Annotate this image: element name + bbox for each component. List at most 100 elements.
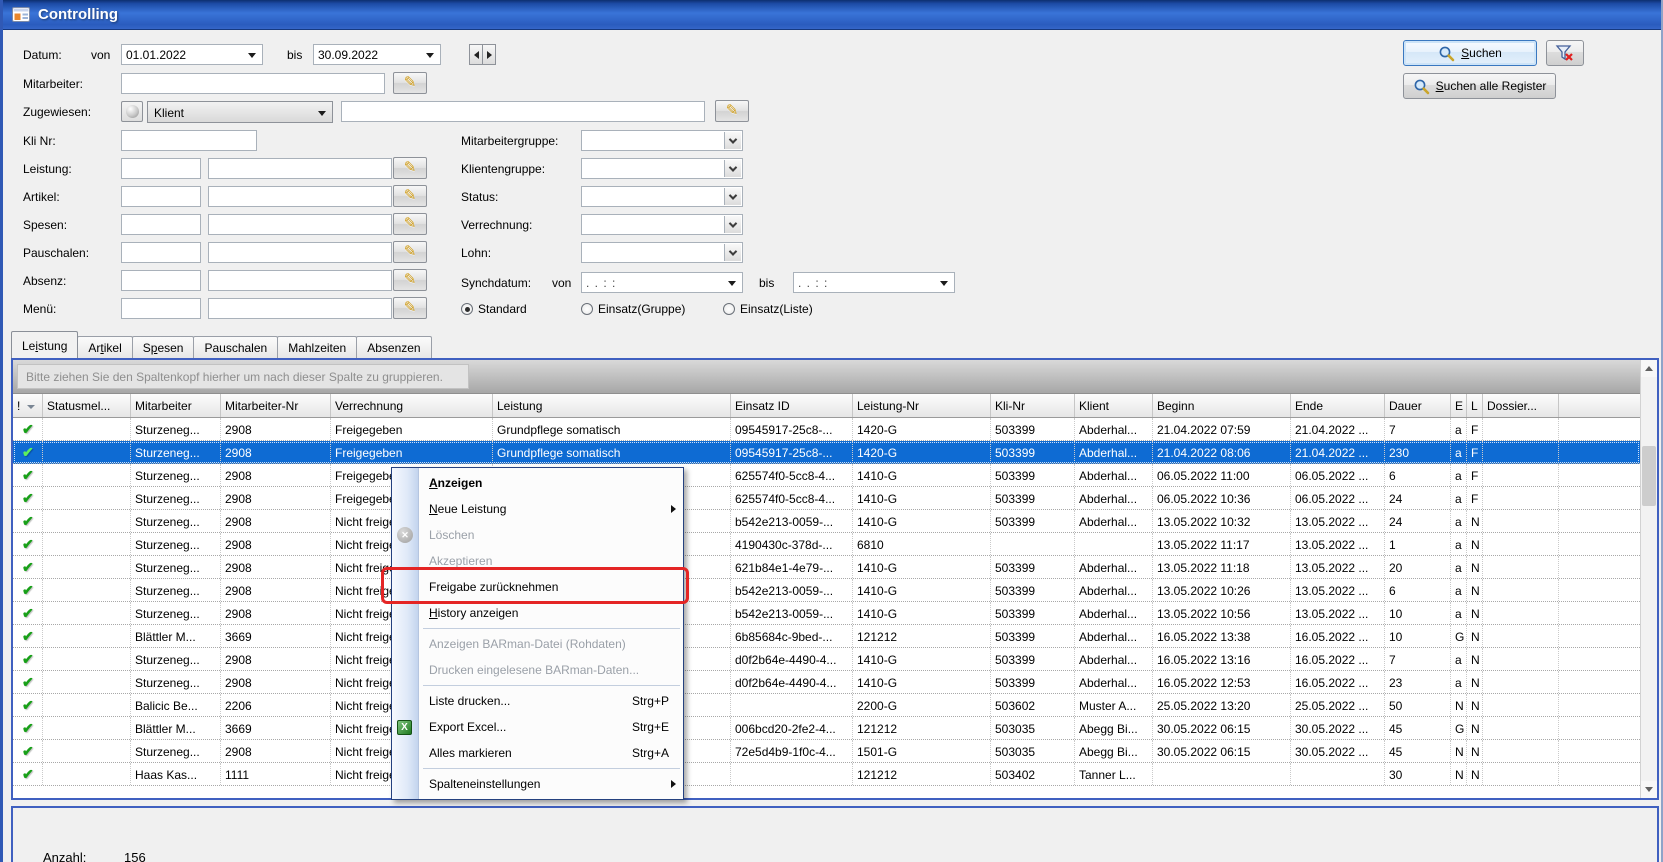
mitarbeiter-field[interactable] bbox=[121, 73, 385, 94]
column-header-e[interactable]: E bbox=[1451, 394, 1467, 417]
dropdown-button[interactable] bbox=[724, 244, 741, 261]
filter-edit-button-spesen[interactable]: ✎ bbox=[393, 213, 427, 235]
filter-dropdown-status[interactable] bbox=[581, 186, 743, 207]
column-header-klient[interactable]: Klient bbox=[1075, 394, 1153, 417]
suchen-alle-register-button[interactable]: Suchen alle Register bbox=[1403, 73, 1556, 99]
radio-einsatz-liste[interactable]: Einsatz(Liste) bbox=[723, 302, 813, 316]
filter-code-field-pauschalen[interactable] bbox=[121, 242, 201, 263]
synch-von-field[interactable]: . . : : bbox=[581, 272, 743, 293]
filter-code-field-leistung[interactable] bbox=[121, 158, 201, 179]
dropdown-button[interactable] bbox=[724, 188, 741, 205]
filter-dropdown-mitarbeitergruppe[interactable] bbox=[581, 130, 743, 151]
table-row[interactable]: ✔Sturzeneg...2908Nicht freigegebenb542e2… bbox=[13, 579, 1640, 602]
dropdown-button[interactable] bbox=[724, 216, 741, 233]
filter-edit-button-absenz[interactable]: ✎ bbox=[393, 269, 427, 291]
table-row[interactable]: ✔Sturzeneg...2908Nicht freigegeben621b84… bbox=[13, 556, 1640, 579]
table-row[interactable]: ✔Blättler M...3669Nicht freigegeben6b856… bbox=[13, 625, 1640, 648]
synch-bis-field[interactable]: . . : : bbox=[793, 272, 955, 293]
column-header-l[interactable]: L bbox=[1467, 394, 1483, 417]
filter-edit-button-pauschalen[interactable]: ✎ bbox=[393, 241, 427, 263]
table-row[interactable]: ✔Sturzeneg...2908Nicht freigegeben72e5d4… bbox=[13, 740, 1640, 763]
dropdown-button[interactable] bbox=[724, 160, 741, 177]
menu-item-spalteneinstellungen[interactable]: Spalteneinstellungen bbox=[392, 771, 683, 797]
dropdown-arrow-icon[interactable] bbox=[248, 53, 256, 58]
filter-text-field-menü[interactable] bbox=[208, 298, 392, 319]
column-header-einsatz_id[interactable]: Einsatz ID bbox=[731, 394, 853, 417]
table-row[interactable]: ✔Sturzeneg...2908Nicht freigegebenb542e2… bbox=[13, 510, 1640, 533]
klinr-field[interactable] bbox=[121, 130, 257, 151]
column-header-leistung[interactable]: Leistung bbox=[493, 394, 731, 417]
tab-pauschalen[interactable]: Pauschalen bbox=[193, 336, 278, 358]
table-row[interactable]: ✔Sturzeneg...2908Freigegeben625574f0-5cc… bbox=[13, 464, 1640, 487]
table-row[interactable]: ✔Sturzeneg...2908Freigegeben625574f0-5cc… bbox=[13, 487, 1640, 510]
menu-item-neue-leistung[interactable]: Neue Leistung bbox=[392, 496, 683, 522]
radio-einsatz-gruppe[interactable]: Einsatz(Gruppe) bbox=[581, 302, 685, 316]
filter-text-field-pauschalen[interactable] bbox=[208, 242, 392, 263]
tab-spesen[interactable]: Spesen bbox=[132, 336, 195, 358]
dropdown-arrow-icon[interactable] bbox=[728, 281, 736, 286]
zugewiesen-type-dropdown[interactable]: Klient bbox=[147, 101, 333, 123]
column-header-ende[interactable]: Ende bbox=[1291, 394, 1385, 417]
tab-leistung[interactable]: Leistung bbox=[11, 331, 78, 358]
datum-bis-field[interactable]: 30.09.2022 bbox=[313, 44, 441, 65]
scroll-up-button[interactable] bbox=[1641, 360, 1657, 377]
filter-text-field-spesen[interactable] bbox=[208, 214, 392, 235]
filter-dropdown-verrechnung[interactable] bbox=[581, 214, 743, 235]
filter-text-field-absenz[interactable] bbox=[208, 270, 392, 291]
scrollbar-thumb[interactable] bbox=[1642, 446, 1656, 506]
column-header-dauer[interactable]: Dauer bbox=[1385, 394, 1451, 417]
filter-text-field-leistung[interactable] bbox=[208, 158, 392, 179]
next-period-button[interactable] bbox=[482, 44, 496, 65]
suchen-button[interactable]: Suchen bbox=[1403, 40, 1537, 66]
filter-code-field-menü[interactable] bbox=[121, 298, 201, 319]
zugewiesen-edit-button[interactable]: ✎ bbox=[715, 100, 749, 122]
scroll-down-button[interactable] bbox=[1641, 781, 1657, 798]
table-row[interactable]: ✔Sturzeneg...2908Nicht freigegeben419043… bbox=[13, 533, 1640, 556]
mitarbeiter-edit-button[interactable]: ✎ bbox=[393, 72, 427, 94]
table-row[interactable]: ✔Sturzeneg...2908FreigegebenGrundpflege … bbox=[13, 418, 1640, 441]
prev-period-button[interactable] bbox=[469, 44, 483, 65]
table-row[interactable]: ✔Blättler M...3669Nicht freigegeben006bc… bbox=[13, 717, 1640, 740]
dropdown-button[interactable] bbox=[724, 132, 741, 149]
menu-item-alles-markieren[interactable]: Alles markierenStrg+A bbox=[392, 740, 683, 766]
column-header-mitarbeiter_nr[interactable]: Mitarbeiter-Nr bbox=[221, 394, 331, 417]
column-header-verrechnung[interactable]: Verrechnung bbox=[331, 394, 493, 417]
column-header-kli_nr[interactable]: Kli-Nr bbox=[991, 394, 1075, 417]
column-header-dossier[interactable]: Dossier... bbox=[1483, 394, 1559, 417]
table-row[interactable]: ✔Balicic Be...2206Nicht freigegeben2200-… bbox=[13, 694, 1640, 717]
zugewiesen-value-field[interactable] bbox=[341, 101, 705, 122]
menu-item-export-excel[interactable]: Export Excel...Strg+EX bbox=[392, 714, 683, 740]
filter-dropdown-klientengruppe[interactable] bbox=[581, 158, 743, 179]
tab-absenzen[interactable]: Absenzen bbox=[356, 336, 431, 358]
filter-edit-button-leistung[interactable]: ✎ bbox=[393, 157, 427, 179]
column-header-leistung_nr[interactable]: Leistung-Nr bbox=[853, 394, 991, 417]
menu-item-liste-drucken[interactable]: Liste drucken...Strg+P bbox=[392, 688, 683, 714]
clear-filter-button[interactable] bbox=[1546, 40, 1584, 66]
tab-mahlzeiten[interactable]: Mahlzeiten bbox=[277, 336, 357, 358]
menu-item-anzeigen[interactable]: Anzeigen bbox=[392, 470, 683, 496]
filter-code-field-spesen[interactable] bbox=[121, 214, 201, 235]
filter-arrow-icon[interactable] bbox=[27, 405, 35, 409]
column-header-beginn[interactable]: Beginn bbox=[1153, 394, 1291, 417]
dropdown-arrow-icon[interactable] bbox=[940, 281, 948, 286]
dropdown-arrow-icon[interactable] bbox=[426, 53, 434, 58]
vertical-scrollbar[interactable] bbox=[1640, 360, 1657, 798]
column-header-statusmel[interactable]: Statusmel... bbox=[43, 394, 131, 417]
table-row[interactable]: ✔Sturzeneg...2908FreigegebenGrundpflege … bbox=[13, 441, 1640, 464]
zugewiesen-toggle-button[interactable] bbox=[121, 101, 143, 122]
datum-von-field[interactable]: 01.01.2022 bbox=[121, 44, 263, 65]
table-row[interactable]: ✔Haas Kas...1111Nicht freigegeben1212125… bbox=[13, 763, 1640, 786]
tab-artikel[interactable]: Artikel bbox=[77, 336, 132, 358]
filter-code-field-absenz[interactable] bbox=[121, 270, 201, 291]
column-header-mitarbeiter[interactable]: Mitarbeiter bbox=[131, 394, 221, 417]
radio-standard[interactable]: Standard bbox=[461, 302, 527, 316]
table-row[interactable]: ✔Sturzeneg...2908Nicht freigegebend0f2b6… bbox=[13, 671, 1640, 694]
filter-edit-button-artikel[interactable]: ✎ bbox=[393, 185, 427, 207]
table-row[interactable]: ✔Sturzeneg...2908Nicht freigegebenb542e2… bbox=[13, 602, 1640, 625]
table-row[interactable]: ✔Sturzeneg...2908Nicht freigegebend0f2b6… bbox=[13, 648, 1640, 671]
group-by-bar[interactable]: Bitte ziehen Sie den Spaltenkopf hierher… bbox=[13, 360, 1640, 394]
filter-edit-button-menü[interactable]: ✎ bbox=[393, 297, 427, 319]
column-header-status[interactable]: ! bbox=[13, 394, 43, 417]
filter-text-field-artikel[interactable] bbox=[208, 186, 392, 207]
filter-dropdown-lohn[interactable] bbox=[581, 242, 743, 263]
